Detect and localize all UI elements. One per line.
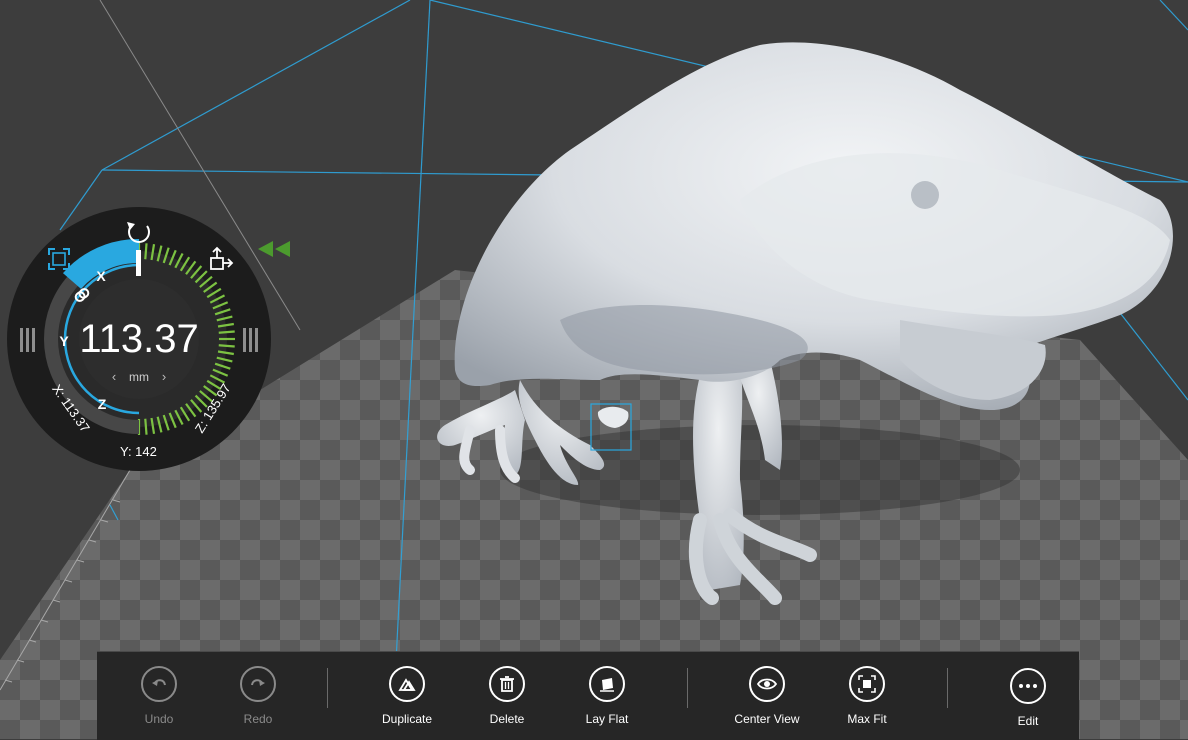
- duplicate-button[interactable]: Duplicate: [357, 652, 457, 740]
- scale-tick: [144, 418, 148, 435]
- scale-tick: [144, 243, 148, 260]
- max-fit-label: Max Fit: [847, 712, 887, 726]
- undo-icon: [141, 666, 177, 702]
- redo-icon: [240, 666, 276, 702]
- undo-button[interactable]: Undo: [109, 652, 209, 740]
- lay-flat-icon: [589, 666, 625, 702]
- delete-label: Delete: [489, 712, 525, 726]
- duplicate-label: Duplicate: [381, 712, 433, 726]
- separator: [947, 668, 948, 708]
- dial-pointer[interactable]: [136, 250, 141, 276]
- eye-icon: [749, 666, 785, 702]
- scale-tick: [218, 330, 235, 334]
- lay-flat-button[interactable]: Lay Flat: [557, 652, 657, 740]
- scale-dial: 113.37 mm ‹ › X Y Z X: 113.37 Y: 142 Z: …: [7, 207, 271, 471]
- max-fit-button[interactable]: Max Fit: [817, 652, 917, 740]
- center-view-button[interactable]: Center View: [717, 652, 817, 740]
- axis-z-label[interactable]: Z: [98, 396, 107, 412]
- left-grip-handle[interactable]: [20, 328, 35, 352]
- redo-button[interactable]: Redo: [208, 652, 308, 740]
- redo-label: Redo: [243, 712, 273, 726]
- trash-icon: [489, 666, 525, 702]
- scale-tick: [218, 344, 235, 348]
- center-view-label: Center View: [734, 712, 800, 726]
- lay-flat-label: Lay Flat: [585, 712, 629, 726]
- separator: [327, 668, 328, 708]
- unit-next-icon[interactable]: ›: [162, 369, 166, 384]
- app-bar: Undo Redo Duplicate Delete Lay Flat Cent…: [97, 651, 1079, 740]
- scale-value[interactable]: 113.37: [79, 317, 198, 361]
- collapse-panel-icon[interactable]: [256, 238, 296, 260]
- right-grip-handle[interactable]: [243, 328, 258, 352]
- duplicate-icon: [389, 666, 425, 702]
- edit-button[interactable]: Edit: [978, 652, 1078, 740]
- unit-label: mm: [129, 370, 149, 384]
- axis-y-label[interactable]: Y: [59, 333, 69, 349]
- max-fit-icon: [849, 666, 885, 702]
- unit-prev-icon[interactable]: ‹: [112, 369, 116, 384]
- separator: [687, 668, 688, 708]
- undo-label: Undo: [144, 712, 174, 726]
- axis-x-label[interactable]: X: [96, 268, 106, 284]
- delete-button[interactable]: Delete: [457, 652, 557, 740]
- y-dimension-readout: Y: 142: [120, 444, 157, 459]
- edit-label: Edit: [1017, 714, 1039, 728]
- more-icon: [1010, 668, 1046, 704]
